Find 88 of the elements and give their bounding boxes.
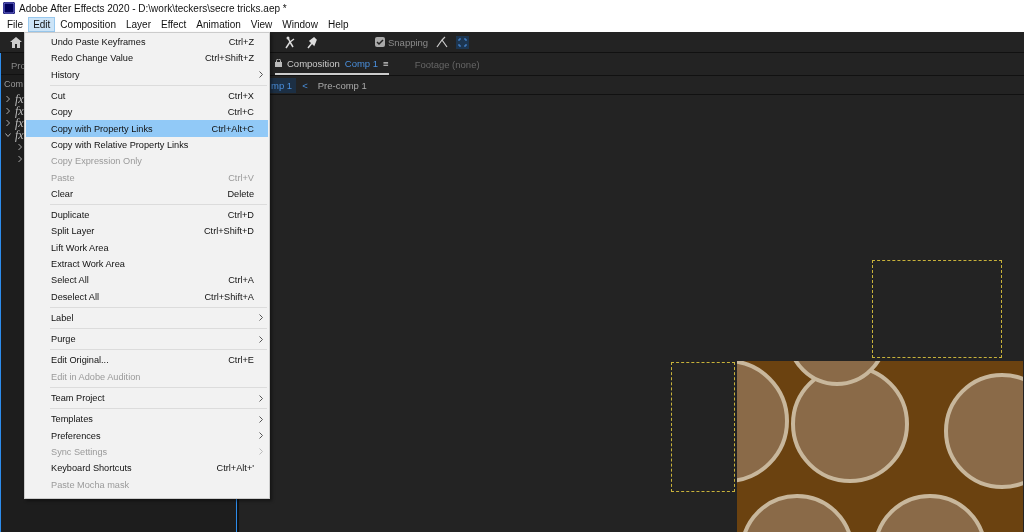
menu-item-label: Edit in Adobe Audition xyxy=(51,371,141,382)
menu-item[interactable]: Copy Ctrl+C xyxy=(26,104,268,121)
menu-item[interactable]: Team Project xyxy=(26,389,268,407)
shortcut-label: Ctrl+D xyxy=(227,210,254,221)
breadcrumb[interactable]: Pre-comp 1 xyxy=(313,77,371,93)
panel-tab[interactable]: Composition Comp 1 ≡ xyxy=(275,53,389,75)
effect-label: fx xyxy=(15,91,24,106)
menu-item[interactable]: Lift Work Area xyxy=(26,239,268,256)
menu-item-label: Label xyxy=(51,312,74,323)
app-logo-icon xyxy=(3,2,15,14)
shortcut-label: Ctrl+E xyxy=(228,355,254,366)
menu-bar-item[interactable]: Help xyxy=(322,16,354,32)
menu-item[interactable]: Split Layer Ctrl+Shift+D xyxy=(26,223,268,240)
menu-item-label: Copy Expression Only xyxy=(51,156,142,167)
menu-item-label: Paste xyxy=(51,172,75,183)
menu-item-label: Team Project xyxy=(51,393,105,404)
menu-item-label: Split Layer xyxy=(51,226,95,237)
tab-label: Footage (none) xyxy=(414,58,480,70)
column-header: Com xyxy=(4,79,23,89)
shortcut-label: Ctrl+Alt+C xyxy=(211,123,254,134)
menu-item[interactable]: Label xyxy=(26,309,268,327)
menu-item[interactable]: Templates xyxy=(26,411,268,428)
window-title: Adobe After Effects 2020 - D:\work\teckers\secre tricks.aep * xyxy=(19,2,287,14)
shortcut-label: Ctrl+Alt+' xyxy=(216,463,254,474)
grid-toggle-icon[interactable] xyxy=(456,35,470,49)
menu-item-label: Undo Paste Keyframes xyxy=(51,37,146,48)
menu-item-label: Lift Work Area xyxy=(51,242,109,253)
breadcrumb-separator: < xyxy=(302,79,308,91)
shortcut-label: Delete xyxy=(227,188,254,199)
shortcut-label: Ctrl+X xyxy=(228,91,254,102)
shortcut-label: Ctrl+A xyxy=(228,275,254,286)
menu-item[interactable]: Preferences xyxy=(26,427,268,444)
menu-item[interactable]: Copy with Property Links Ctrl+Alt+C xyxy=(26,120,268,137)
menu-item[interactable]: Duplicate Ctrl+D xyxy=(26,206,268,224)
menu-item[interactable]: History xyxy=(26,66,268,83)
menu-item-label: Copy with Property Links xyxy=(51,123,153,134)
menu-item[interactable]: Deselect All Ctrl+Shift+A xyxy=(26,288,268,305)
menu-item[interactable]: Purge xyxy=(26,331,268,348)
menu-item[interactable]: Copy with Relative Property Links xyxy=(26,136,268,154)
shortcut-label: Ctrl+Z xyxy=(228,37,254,48)
menu-item[interactable]: Cut Ctrl+X xyxy=(26,87,268,105)
menu-item-label: Cut xyxy=(51,91,66,102)
menu-item-label: Paste Mocha mask xyxy=(51,479,130,490)
menu-bar-item[interactable]: Window xyxy=(277,16,323,32)
menu-item-label: History xyxy=(51,69,80,80)
menu-bar-item[interactable]: File xyxy=(2,16,29,32)
menu-bar-item[interactable]: Animation xyxy=(191,16,246,32)
menu-item-label: Templates xyxy=(51,414,93,425)
menu-item-label: Duplicate xyxy=(51,210,90,221)
menu-item[interactable]: Undo Paste Keyframes Ctrl+Z xyxy=(26,34,268,51)
layer-bounding-box[interactable] xyxy=(872,260,1002,358)
shortcut-label: Ctrl+Shift+Z xyxy=(205,53,254,64)
menu-item[interactable]: Select All Ctrl+A xyxy=(26,272,268,289)
pin-icon[interactable] xyxy=(306,35,319,49)
menu-item-label: Select All xyxy=(51,275,89,286)
menu-bar-item[interactable]: View xyxy=(245,16,278,32)
lock-icon[interactable] xyxy=(275,59,282,67)
menu-item-label: Copy xyxy=(51,107,73,118)
menu-item-label: Keyboard Shortcuts xyxy=(51,463,132,474)
tab-label: Composition xyxy=(287,57,340,69)
shortcut-label: Ctrl+C xyxy=(227,107,254,118)
menu-item-label: Copy with Relative Property Links xyxy=(51,139,189,150)
menu-item-label: Purge xyxy=(51,334,76,345)
menu-item-label: Clear xyxy=(51,188,73,199)
menu-item[interactable]: Edit Original... Ctrl+E xyxy=(26,352,268,369)
menu-item-label: Edit Original... xyxy=(51,355,109,366)
menu-bar-item[interactable]: Layer xyxy=(120,16,156,32)
menu-item[interactable]: Keyboard Shortcuts Ctrl+Alt+' xyxy=(26,460,268,477)
menu-item-label: Redo Change Value xyxy=(51,53,134,64)
comp-name: Comp 1 xyxy=(344,57,379,69)
shortcut-label: Ctrl+Shift+D xyxy=(203,226,254,237)
snapping-label: Snapping xyxy=(388,36,429,48)
menu-item-label: Preferences xyxy=(51,430,101,441)
home-icon[interactable] xyxy=(10,36,22,48)
layer-bounding-box[interactable] xyxy=(671,362,735,492)
menu-item[interactable]: Redo Change Value Ctrl+Shift+Z xyxy=(26,50,268,67)
snapping-checkbox[interactable] xyxy=(375,37,385,47)
menu-item-label: Deselect All xyxy=(51,291,99,302)
menu-bar-item[interactable]: Effect xyxy=(155,16,192,32)
shortcut-label: Ctrl+V xyxy=(228,172,254,183)
menu-bar-item[interactable]: Edit xyxy=(28,16,56,32)
panel-menu-icon[interactable]: ≡ xyxy=(383,57,389,69)
menu-item-label: Sync Settings xyxy=(51,446,108,457)
menu-item-label: Extract Work Area xyxy=(51,259,125,269)
menu-item[interactable]: Extract Work Area xyxy=(26,255,268,273)
menu-bar-item[interactable]: Composition xyxy=(55,16,121,32)
shortcut-label: Ctrl+Shift+A xyxy=(204,291,254,302)
menu-item[interactable]: Clear Delete xyxy=(26,185,268,202)
